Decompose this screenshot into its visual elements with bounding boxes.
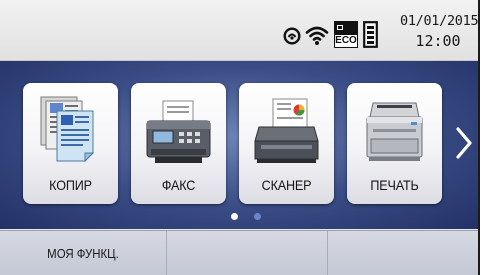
shortcut-slot-3[interactable]: [328, 231, 478, 275]
my-function-label: МОЯ ФУНКЦ.: [47, 246, 119, 261]
function-panel: КОПИР ФАКС СКАНЕР ПЕЧАТЬ: [0, 61, 478, 229]
connection-icon: [283, 27, 301, 45]
eco-label: ECO: [334, 34, 358, 48]
eco-toner-icon: ECO: [334, 21, 358, 48]
date-time: 01/01/2015 12:00: [400, 11, 479, 51]
device-screen: ECO 01/01/2015 12:00 КОПИР ФАКС СКАНЕР П…: [0, 0, 480, 275]
fax-button[interactable]: ФАКС: [131, 83, 226, 204]
wifi-icon: [305, 26, 329, 45]
print-button[interactable]: ПЕЧАТЬ: [347, 83, 442, 204]
bottom-bar: МОЯ ФУНКЦ.: [0, 230, 478, 275]
ink-level-icon: [363, 21, 378, 48]
print-label: ПЕЧАТЬ: [370, 177, 419, 193]
time-text: 12:00: [415, 32, 461, 50]
scanner-button[interactable]: СКАНЕР: [239, 83, 334, 204]
status-bar: ECO 01/01/2015 12:00: [0, 0, 478, 61]
scanner-icon: [254, 98, 319, 163]
shortcut-slot-2[interactable]: [167, 231, 328, 275]
scanner-label: СКАНЕР: [261, 177, 312, 193]
chevron-right-icon[interactable]: [452, 121, 476, 165]
printer-icon: [366, 102, 423, 161]
copy-button[interactable]: КОПИР: [23, 83, 118, 204]
fax-icon: [146, 100, 211, 163]
page-indicator: [0, 213, 478, 223]
copy-label: КОПИР: [49, 177, 92, 193]
my-function-button[interactable]: МОЯ ФУНКЦ.: [0, 231, 167, 275]
copier-icon: [40, 96, 95, 163]
page-dot-active[interactable]: [231, 213, 238, 220]
fax-label: ФАКС: [161, 177, 196, 193]
page-dot[interactable]: [254, 213, 261, 220]
date-text: 01/01/2015: [400, 13, 479, 29]
